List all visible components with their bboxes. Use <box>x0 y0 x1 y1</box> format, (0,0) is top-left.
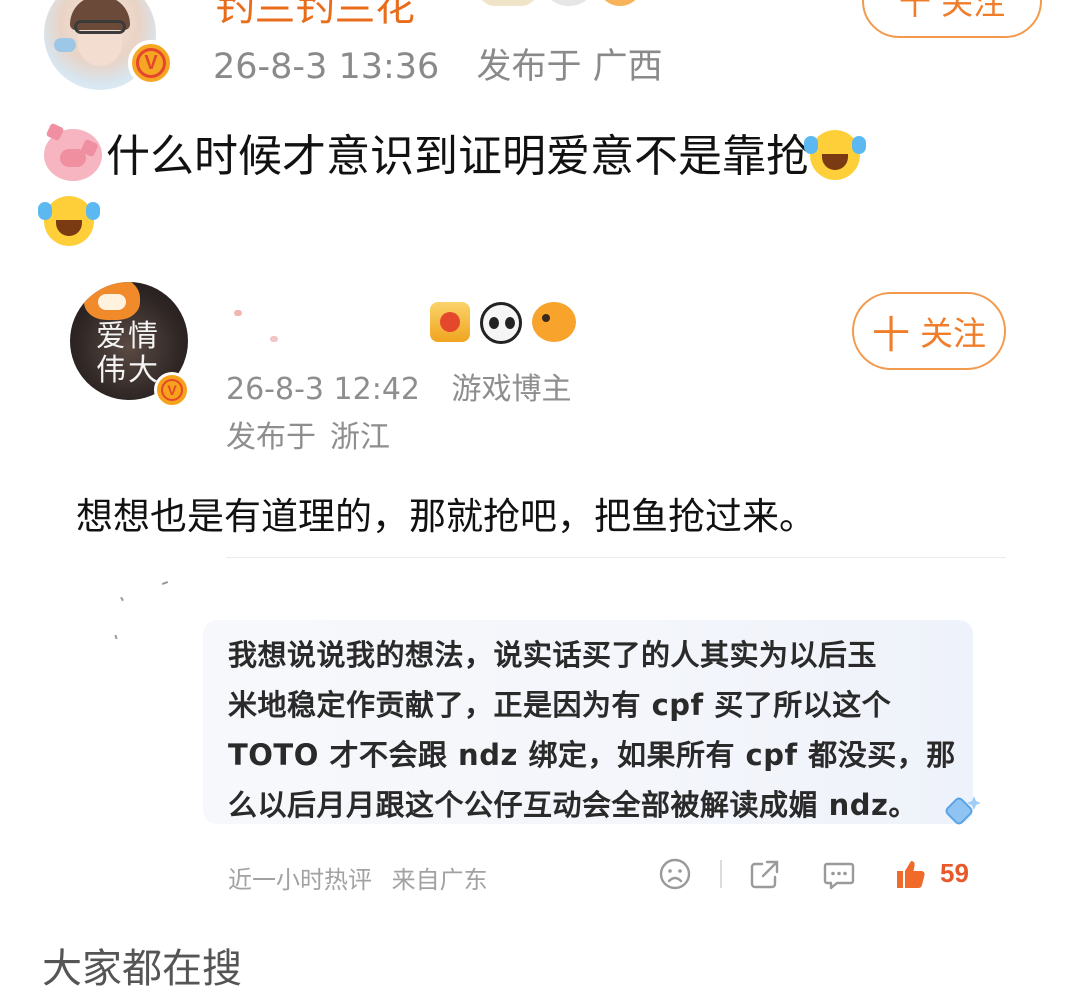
like-count: 59 <box>940 858 969 888</box>
thumbs-up-icon[interactable] <box>894 856 928 892</box>
comment-line: 么以后月月跟这个公仔互动会全部被解读成媚 ndz。 <box>228 788 918 822</box>
comment-actions: 59 <box>658 856 988 896</box>
user-role: 游戏博主 <box>451 372 572 407</box>
post-timestamp: 26-8-3 13:36 <box>213 47 440 87</box>
crown-badge-icon <box>430 302 470 342</box>
username[interactable]: 钓兰钓兰花 <box>215 0 415 32</box>
plus-icon: 十 <box>871 312 910 357</box>
dislike-face-icon[interactable] <box>658 856 692 892</box>
pufferfish-badge-icon <box>532 302 576 342</box>
trending-search-title: 大家都在搜 <box>42 946 242 992</box>
embedded-post-timestamp: 26-8-3 12:42 <box>226 372 420 407</box>
comment-icon[interactable] <box>822 856 856 892</box>
medal-badge-icon <box>600 0 640 6</box>
hot-comment-label: 近一小时热评 <box>228 866 372 894</box>
verified-badge-icon: V <box>154 372 190 408</box>
comment-line: 米地稳定作贡献了，正是因为有 cpf 买了所以这个 <box>228 688 892 722</box>
laugh-cry-emoji-icon <box>804 130 860 180</box>
avatar-bubble-decoration <box>54 38 76 52</box>
sparkle-diamond-icon <box>945 796 980 825</box>
tiger-icon <box>84 282 140 320</box>
verified-badge-icon: V <box>128 40 174 86</box>
embedded-username-redacted[interactable] <box>230 306 420 346</box>
comment-footer-meta: 近一小时热评 来自广东 <box>228 860 488 895</box>
post-text: 什么时候才意识到证明爱意不是靠抢 <box>106 131 810 182</box>
follow-label: 关注 <box>920 314 986 353</box>
user-badges <box>478 0 640 6</box>
embedded-follow-button[interactable]: 十 关注 <box>852 292 1006 370</box>
laugh-cry-emoji-icon <box>38 196 94 246</box>
action-separator <box>720 860 722 888</box>
stray-mark <box>114 634 118 640</box>
avatar-glasses <box>74 20 126 34</box>
panda-badge-icon <box>480 302 522 344</box>
share-icon[interactable] <box>748 856 782 892</box>
post-meta: 26-8-3 13:36 发布于 广西 <box>213 38 663 89</box>
stray-mark <box>161 581 169 585</box>
level-badge-icon <box>546 0 592 6</box>
fan-badge-icon <box>478 0 538 6</box>
embedded-post-location: 浙江 <box>330 420 390 455</box>
embedded-post-meta: 26-8-3 12:42 游戏博主 <box>226 364 572 408</box>
comment-text: 我想说说我的想法，说实话买了的人其实为以后玉 米地稳定作贡献了，正是因为有 cp… <box>228 630 988 830</box>
comment-origin: 来自广东 <box>391 866 488 894</box>
published-at-label: 发布于 <box>476 47 582 87</box>
post-location: 广西 <box>592 47 663 87</box>
embedded-user-badges <box>430 302 576 344</box>
pig-emoji-icon <box>44 129 102 181</box>
published-at-label: 发布于 <box>226 420 316 455</box>
post-body: 什么时候才意识到证明爱意不是靠抢 <box>38 124 1024 256</box>
divider <box>226 557 1006 558</box>
follow-button[interactable]: 十 关注 <box>862 0 1042 38</box>
embedded-post-location-line: 发布于 浙江 <box>226 412 390 456</box>
embedded-post-text: 想想也是有道理的，那就抢吧，把鱼抢过来。 <box>76 495 816 538</box>
comment-line: TOTO 才不会跟 ndz 绑定，如果所有 cpf 都没买，那 <box>228 738 956 772</box>
comment-line: 我想说说我的想法，说实话买了的人其实为以后玉 <box>228 638 878 672</box>
stray-mark <box>120 596 124 602</box>
